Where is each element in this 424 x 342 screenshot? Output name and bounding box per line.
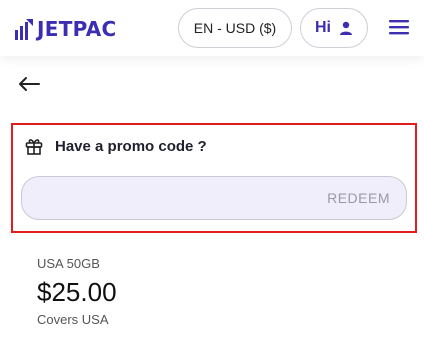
promo-code-section: Have a promo code ? REDEEM xyxy=(11,123,417,233)
redeem-button[interactable]: REDEEM xyxy=(327,190,390,206)
plan-name: USA 50GB xyxy=(37,256,100,271)
language-currency-button[interactable]: EN - USD ($) xyxy=(178,8,292,48)
arrow-left-icon[interactable] xyxy=(17,74,41,94)
greeting-label: Hi xyxy=(315,19,331,36)
currency-label: EN - USD ($) xyxy=(193,20,277,36)
plan-price: $25.00 xyxy=(37,277,117,307)
jetpac-logo[interactable]: JETPAC xyxy=(14,16,117,42)
user-icon xyxy=(340,21,352,35)
promo-title: Have a promo code ? xyxy=(55,137,207,155)
hamburger-menu-icon[interactable] xyxy=(388,18,410,36)
top-header: JETPAC EN - USD ($) Hi xyxy=(0,0,424,56)
logo-text: JETPAC xyxy=(37,17,117,41)
plan-summary: USA 50GB $25.00 Covers USA xyxy=(37,256,117,327)
user-account-button[interactable]: Hi xyxy=(300,8,368,48)
promo-header: Have a promo code ? xyxy=(25,137,207,155)
plan-coverage: Covers USA xyxy=(37,312,109,327)
gift-icon xyxy=(25,139,43,155)
bar-chart-logo-icon xyxy=(15,19,33,40)
promo-code-input[interactable] xyxy=(38,190,288,206)
promo-input-container: REDEEM xyxy=(21,176,407,220)
